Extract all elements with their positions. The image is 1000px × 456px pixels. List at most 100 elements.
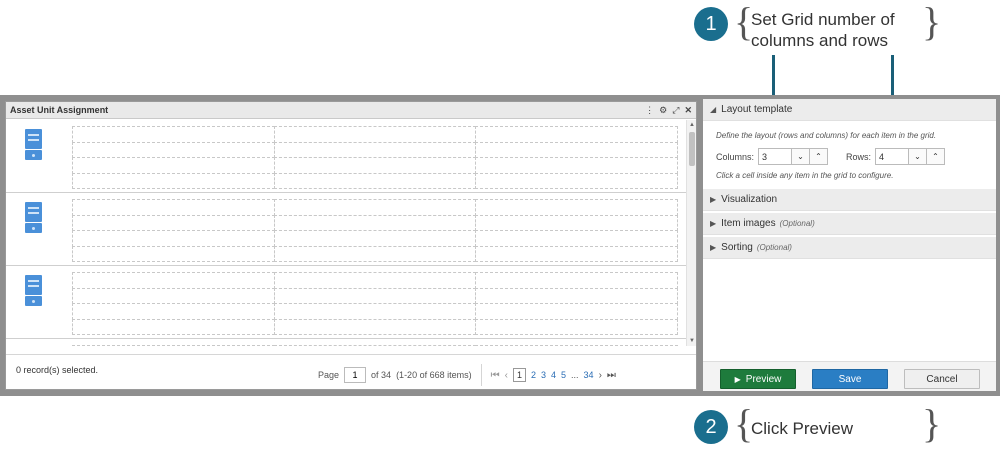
pager: Page of 34 (1-20 of 668 items) ⏮ ‹ 1 2 3… (318, 364, 616, 386)
expand-icon[interactable]: ⤢ (672, 105, 679, 115)
layout-cell[interactable] (475, 287, 678, 304)
last-page-icon[interactable]: ⏭ (607, 370, 616, 381)
layout-cell[interactable] (475, 303, 678, 320)
grid-item[interactable] (6, 266, 686, 339)
layout-cell[interactable] (273, 126, 477, 143)
kebab-menu-icon[interactable]: ⋮ (645, 105, 654, 115)
layout-cell[interactable] (72, 230, 275, 247)
cancel-button[interactable]: Cancel (904, 369, 980, 389)
layout-cell[interactable] (273, 199, 477, 216)
layout-cell[interactable] (475, 172, 678, 189)
selection-status: 0 record(s) selected. (16, 365, 99, 375)
layout-cell[interactable] (475, 214, 678, 231)
layout-cell[interactable] (72, 245, 275, 262)
first-page-icon[interactable]: ⏮ (491, 370, 500, 381)
scroll-up-icon[interactable]: ▲ (687, 120, 697, 130)
caret-right-icon: ▶ (710, 243, 717, 252)
layout-cell[interactable] (273, 172, 477, 189)
page-number-input[interactable] (344, 367, 367, 383)
page-link-34[interactable]: 34 (584, 370, 594, 380)
page-link-4[interactable]: 4 (551, 370, 556, 380)
layout-cell[interactable] (475, 199, 678, 216)
layout-cell[interactable] (72, 303, 275, 320)
layout-cell[interactable] (475, 245, 678, 262)
grid-item[interactable] (6, 120, 686, 193)
layout-cell[interactable] (475, 230, 678, 247)
layout-cell[interactable] (72, 199, 275, 216)
widget-tools: ⋮ ⚙ ⤢ ✕ (645, 105, 692, 115)
widget-footer: 0 record(s) selected. Page of 34 (1-20 o… (6, 354, 696, 390)
next-page-icon[interactable]: › (599, 370, 602, 381)
layout-cell[interactable] (475, 126, 678, 143)
layout-cell[interactable] (72, 141, 275, 158)
vertical-scrollbar[interactable]: ▲ ▼ (686, 120, 696, 346)
layout-cell[interactable] (72, 318, 275, 335)
page-link-2[interactable]: 2 (531, 370, 536, 380)
page-label: Page (318, 370, 340, 380)
layout-cell[interactable] (273, 272, 477, 289)
layout-cell[interactable] (72, 214, 275, 231)
prev-page-icon[interactable]: ‹ (505, 370, 508, 381)
layout-cell[interactable] (273, 230, 477, 247)
caret-right-icon: ▶ (710, 195, 717, 204)
page-link-5[interactable]: 5 (561, 370, 566, 380)
item-images-section-header[interactable]: ▶ Item images (Optional) (703, 213, 996, 235)
columns-decrement-button[interactable]: ⌄ (792, 148, 811, 165)
layout-cell[interactable] (72, 345, 275, 346)
item-images-label: Item images (721, 218, 776, 229)
rows-decrement-button[interactable]: ⌄ (909, 148, 928, 165)
item-layout-cells (72, 272, 678, 335)
play-icon: ▶ (734, 374, 741, 384)
layout-template-header[interactable]: ◢ Layout template (703, 99, 996, 121)
columns-increment-button[interactable]: ⌃ (810, 148, 829, 165)
item-layout-cells (72, 199, 678, 262)
server-icon (25, 202, 42, 234)
save-button[interactable]: Save (812, 369, 888, 389)
pager-divider (480, 364, 482, 386)
scrollbar-thumb[interactable] (689, 132, 695, 166)
layout-cell[interactable] (72, 126, 275, 143)
page-link-1[interactable]: 1 (512, 368, 526, 382)
preview-button[interactable]: ▶ Preview (720, 369, 796, 389)
visualization-label: Visualization (721, 194, 778, 205)
layout-cell[interactable] (72, 287, 275, 304)
caret-down-icon: ◢ (710, 105, 717, 114)
layout-cell[interactable] (475, 157, 678, 174)
close-icon[interactable]: ✕ (684, 105, 692, 115)
scroll-down-icon[interactable]: ▼ (687, 336, 697, 346)
layout-cell[interactable] (72, 157, 275, 174)
item-layout-cells (72, 345, 678, 346)
rows-input[interactable] (875, 148, 910, 165)
optional-tag: (Optional) (779, 219, 815, 228)
layout-cell[interactable] (273, 245, 477, 262)
layout-cell[interactable] (273, 157, 477, 174)
layout-cell[interactable] (273, 318, 477, 335)
callout-1-badge: 1 (694, 7, 728, 41)
layout-cell[interactable] (72, 172, 275, 189)
layout-cell[interactable] (273, 214, 477, 231)
settings-panel: ◢ Layout template Define the layout (row… (703, 99, 996, 391)
page-ellipsis: ... (571, 370, 579, 380)
optional-tag: (Optional) (756, 243, 792, 252)
layout-cell[interactable] (273, 141, 477, 158)
layout-cell[interactable] (273, 287, 477, 304)
layout-cell[interactable] (475, 141, 678, 158)
visualization-section-header[interactable]: ▶ Visualization (703, 189, 996, 211)
columns-input[interactable] (758, 148, 793, 165)
asset-unit-assignment-widget: Asset Unit Assignment ⋮ ⚙ ⤢ ✕ ▲ ▼ 0 reco… (5, 101, 697, 390)
layout-cell[interactable] (273, 303, 477, 320)
layout-cell[interactable] (475, 345, 678, 346)
grid-item[interactable] (6, 339, 686, 346)
layout-cell[interactable] (72, 272, 275, 289)
page-link-3[interactable]: 3 (541, 370, 546, 380)
layout-cell[interactable] (475, 318, 678, 335)
callout-1-text: Set Grid number of columns and rows (751, 10, 895, 50)
gear-icon[interactable]: ⚙ (659, 105, 667, 115)
layout-cell[interactable] (475, 272, 678, 289)
callout-1-brace-right: } (922, 0, 942, 44)
grid-item[interactable] (6, 193, 686, 266)
rows-increment-button[interactable]: ⌃ (927, 148, 946, 165)
item-layout-cells (72, 126, 678, 189)
sorting-section-header[interactable]: ▶ Sorting (Optional) (703, 237, 996, 259)
layout-cell[interactable] (273, 345, 477, 346)
